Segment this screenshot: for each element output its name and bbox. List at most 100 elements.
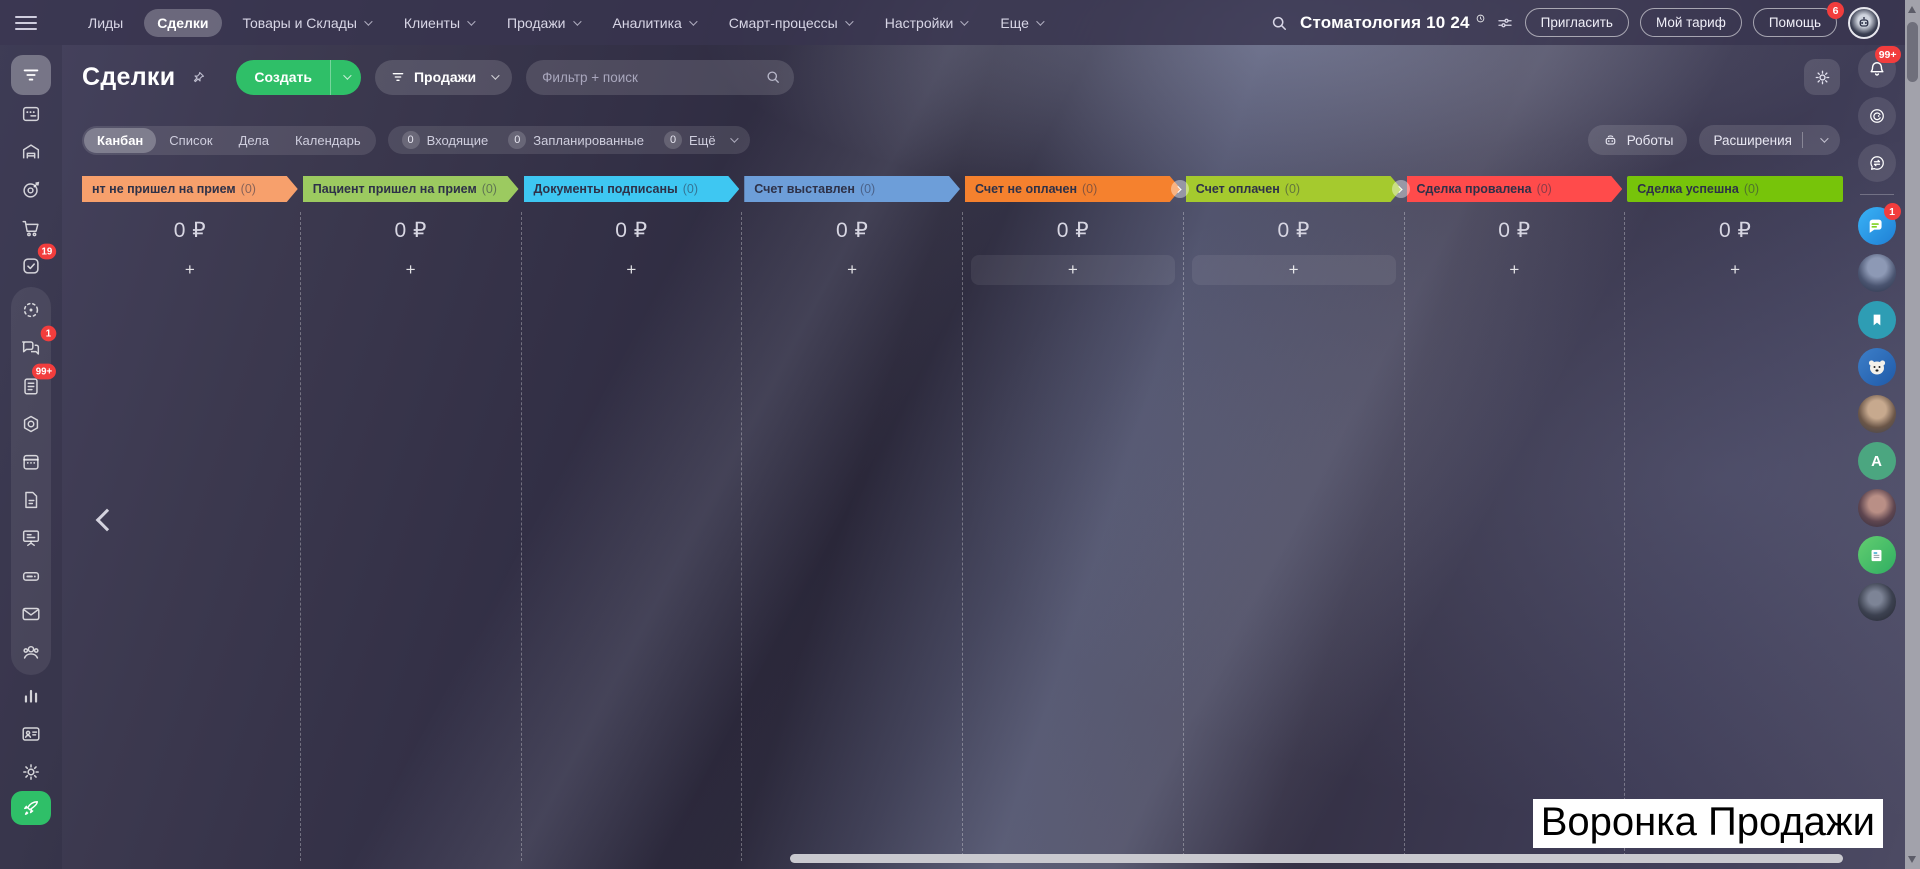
nav-more[interactable]: Еще [987, 9, 1055, 37]
company-name[interactable]: Стоматология 10 24 [1300, 13, 1485, 33]
sliders-icon[interactable] [1496, 14, 1514, 32]
sidebar-item-crm[interactable] [11, 55, 51, 95]
counter-incoming[interactable]: 0 Входящие [394, 128, 497, 152]
top-bar: Лиды Сделки Товары и Склады Клиенты Прод… [0, 0, 1905, 45]
menu-hamburger-icon[interactable] [15, 12, 37, 34]
whiteboard-icon [22, 530, 40, 547]
tab-calendar[interactable]: Календарь [282, 128, 374, 153]
nav-deals[interactable]: Сделки [144, 8, 222, 37]
saved-messages-avatar[interactable] [1857, 301, 1896, 339]
sidebar-item-hr[interactable] [11, 633, 51, 671]
filter-search-input[interactable] [526, 59, 795, 95]
copilot-button[interactable] [1857, 97, 1896, 135]
right-rail: 99+ 1 A [1848, 46, 1905, 869]
add-deal-button[interactable]: + [530, 255, 734, 285]
messenger-avatar[interactable]: 1 [1857, 203, 1901, 245]
counter-planned[interactable]: 0 Запланированные [500, 128, 652, 152]
tariff-button[interactable]: Мой тариф [1639, 8, 1742, 37]
crm-funnel-icon [23, 69, 39, 81]
stage-scroll-dot[interactable] [1391, 180, 1410, 198]
invite-button[interactable]: Пригласить [1524, 8, 1629, 37]
add-deal-button[interactable]: + [88, 255, 292, 285]
hexagon-icon [23, 415, 39, 433]
nav-leads[interactable]: Лиды [75, 9, 136, 37]
board-settings-button[interactable] [1804, 59, 1840, 95]
sidebar-item-documents[interactable] [11, 481, 51, 519]
nav-products[interactable]: Товары и Склады [230, 9, 383, 37]
user-photo-avatar[interactable] [1857, 395, 1896, 433]
counter-more[interactable]: 0 Ещё [656, 128, 744, 152]
stage-scroll-dot[interactable] [1170, 180, 1189, 198]
tab-activities[interactable]: Дела [226, 128, 282, 153]
nav-sales[interactable]: Продажи [494, 9, 591, 37]
stage-header[interactable]: Счет оплачен (0) [1186, 176, 1402, 202]
user-avatar[interactable] [1848, 6, 1880, 39]
vertical-scroll-thumb[interactable] [1907, 22, 1918, 82]
sidebar-item-upgrade[interactable] [11, 791, 51, 825]
dark-avatar[interactable] [1857, 583, 1896, 621]
tab-kanban[interactable]: Канбан [84, 127, 157, 153]
sidebar-item-settings[interactable] [11, 753, 51, 791]
kanban-column: Пациент пришел на прием (0) 0 ₽ + [303, 176, 522, 869]
nav-settings[interactable]: Настройки [872, 9, 980, 37]
sidebar-item-tasks-calendar[interactable] [11, 95, 51, 133]
create-dropdown[interactable] [329, 59, 361, 95]
board-scroll-left-button[interactable] [90, 500, 124, 540]
stage-header[interactable]: Документы подписаны (0) [524, 176, 740, 202]
view-tabs-row: Канбан Список Дела Календарь 0 Входящие … [82, 125, 1840, 155]
stage-header[interactable]: Сделка провалена (0) [1407, 176, 1623, 202]
pin-icon[interactable] [191, 70, 206, 85]
sidebar-item-copilot[interactable] [11, 291, 51, 329]
nav-clients[interactable]: Клиенты [391, 9, 486, 37]
sidebar-item-warehouse[interactable] [11, 133, 51, 171]
stage-header[interactable]: Сделка успешна (0) [1627, 176, 1843, 202]
sidebar-item-drive[interactable] [11, 557, 51, 595]
stage-header[interactable]: Счет не оплачен (0) [965, 176, 1181, 202]
doc-channel-avatar[interactable] [1857, 536, 1896, 574]
stage-amount: 0 ₽ [1718, 219, 1752, 242]
nav-analytics[interactable]: Аналитика [600, 9, 708, 37]
sidebar-item-shop[interactable] [11, 209, 51, 247]
user-photo-avatar[interactable] [1857, 254, 1896, 292]
sidebar-item-messenger[interactable]: 1 [11, 325, 57, 367]
kanban-column: Счет оплачен (0) 0 ₽ + [1186, 176, 1410, 869]
stage-header[interactable]: нт не пришел на прием (0) [82, 176, 298, 202]
sidebar-item-feed[interactable]: 99+ [11, 363, 56, 405]
notifications-button[interactable]: 99+ [1857, 46, 1901, 88]
scroll-down-arrow[interactable] [1908, 856, 1916, 863]
add-deal-button[interactable]: + [971, 255, 1175, 285]
nav-smart-processes[interactable]: Смарт-процессы [716, 9, 864, 37]
funnel-icon [392, 73, 404, 81]
create-button[interactable]: Создать [236, 59, 361, 95]
sidebar-item-automation[interactable] [11, 405, 51, 443]
sidebar-item-calendar[interactable] [11, 443, 51, 481]
chevron-down-icon [343, 71, 352, 80]
chevron-down-icon [572, 16, 582, 26]
extensions-button[interactable]: Расширения [1699, 125, 1840, 155]
sidebar-item-tasks[interactable]: 19 [11, 243, 57, 285]
chat-transfer-button[interactable] [1857, 144, 1896, 182]
horizontal-scrollbar[interactable] [790, 854, 1843, 863]
vertical-scrollbar[interactable] [1905, 0, 1920, 869]
user-photo-avatar[interactable] [1857, 489, 1896, 527]
sidebar-item-marketing[interactable] [11, 171, 51, 209]
sidebar-item-contacts[interactable] [11, 715, 51, 753]
sidebar-item-mail[interactable] [11, 595, 51, 633]
letter-avatar[interactable]: A [1857, 442, 1896, 480]
tab-list[interactable]: Список [156, 128, 225, 153]
robots-button[interactable]: Роботы [1587, 125, 1688, 155]
help-button[interactable]: Помощь 6 [1752, 2, 1844, 37]
scroll-up-arrow[interactable] [1908, 6, 1916, 13]
add-deal-button[interactable]: + [1633, 255, 1837, 285]
add-deal-button[interactable]: + [1413, 255, 1617, 285]
stage-header[interactable]: Счет выставлен (0) [744, 176, 960, 202]
global-search-icon[interactable] [1269, 13, 1289, 33]
stage-header[interactable]: Пациент пришел на прием (0) [303, 176, 519, 202]
sidebar-item-analytics[interactable] [11, 677, 51, 715]
dog-avatar[interactable] [1857, 348, 1896, 386]
add-deal-button[interactable]: + [309, 255, 513, 285]
sidebar-item-boards[interactable] [11, 519, 51, 557]
funnel-selector-button[interactable]: Продажи [374, 59, 513, 95]
add-deal-button[interactable]: + [1191, 255, 1396, 285]
add-deal-button[interactable]: + [750, 255, 954, 285]
